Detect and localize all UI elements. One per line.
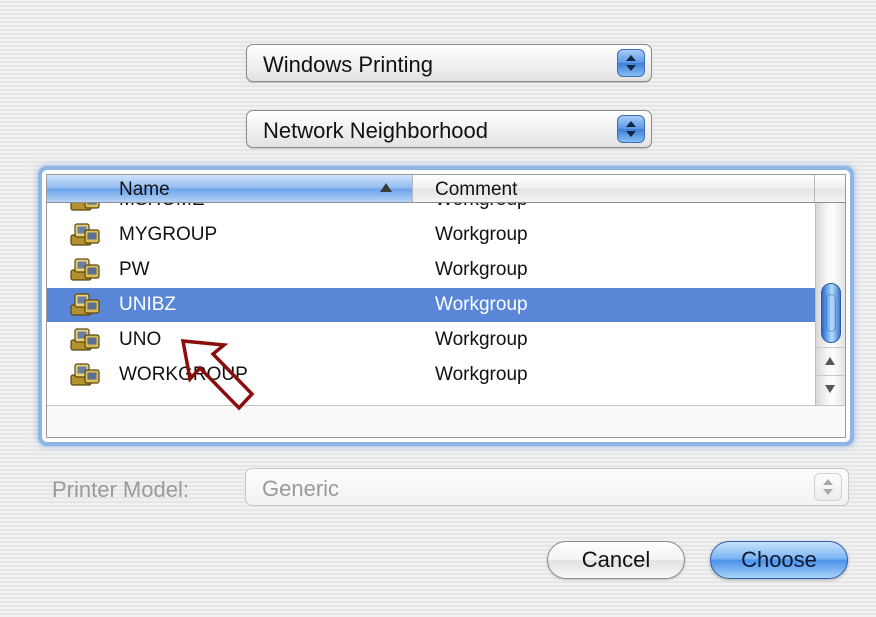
printer-model-label: Printer Model: <box>52 477 189 502</box>
workgroup-icon <box>70 363 100 386</box>
scroll-down-arrow-icon <box>825 385 835 393</box>
column-header-name[interactable]: Name <box>47 175 413 203</box>
row-comment: Workgroup <box>435 203 528 211</box>
workgroup-rows: MSHOME Workgroup MYGROUP Workgroup PW Workgro… <box>47 203 815 405</box>
table-row[interactable]: MSHOME Workgroup <box>47 203 815 217</box>
vertical-scrollbar[interactable] <box>815 203 845 405</box>
service-popup-label: Windows Printing <box>263 52 433 77</box>
workgroup-list[interactable]: Name Comment MSHOME Workgroup MYGROUP Workg… <box>46 174 846 438</box>
row-name: WORKGROUP <box>119 364 248 385</box>
column-header-name-label: Name <box>119 179 170 200</box>
workgroup-icon <box>70 203 100 211</box>
popup-stepper-icon <box>617 115 645 143</box>
table-row[interactable]: PW Workgroup <box>47 253 815 287</box>
workgroup-list-frame: Name Comment MSHOME Workgroup MYGROUP Workg… <box>42 170 850 442</box>
workgroup-icon <box>70 223 100 246</box>
popup-stepper-icon <box>814 473 842 501</box>
scroll-thumb[interactable] <box>821 283 841 343</box>
row-name: MYGROUP <box>119 224 218 245</box>
popup-stepper-icon <box>617 49 645 77</box>
row-comment: Workgroup <box>435 364 528 385</box>
list-footer-area <box>47 405 845 437</box>
workgroup-icon <box>70 293 100 316</box>
row-comment: Workgroup <box>435 259 528 280</box>
printer-model-popup: Generic <box>245 468 849 506</box>
printer-model-value: Generic <box>262 476 340 501</box>
table-row[interactable]: MYGROUP Workgroup <box>47 218 815 252</box>
scroll-down-button[interactable] <box>816 375 845 405</box>
workgroup-icon <box>70 258 100 281</box>
table-row[interactable]: UNIBZ Workgroup <box>47 288 815 322</box>
row-name: UNO <box>119 329 162 350</box>
sort-ascending-icon <box>380 183 392 192</box>
row-name: PW <box>119 259 150 280</box>
workgroup-icon <box>70 328 100 351</box>
location-popup-label: Network Neighborhood <box>263 118 489 143</box>
column-header-comment-label: Comment <box>435 179 518 200</box>
service-popup[interactable]: Windows Printing <box>246 44 652 82</box>
row-comment: Workgroup <box>435 224 528 245</box>
row-name: MSHOME <box>119 203 205 211</box>
table-row[interactable]: UNO Workgroup <box>47 323 815 357</box>
column-header-comment[interactable]: Comment <box>413 175 815 203</box>
scroll-up-button[interactable] <box>816 347 845 375</box>
table-row[interactable]: WORKGROUP Workgroup <box>47 358 815 392</box>
location-popup[interactable]: Network Neighborhood <box>246 110 652 148</box>
cancel-button[interactable]: Cancel <box>547 541 685 579</box>
row-comment: Workgroup <box>435 329 528 350</box>
row-name: UNIBZ <box>119 294 176 315</box>
row-comment: Workgroup <box>435 294 528 315</box>
choose-button[interactable]: Choose <box>710 541 848 579</box>
scroll-up-arrow-icon <box>825 357 835 365</box>
header-corner <box>815 175 845 203</box>
